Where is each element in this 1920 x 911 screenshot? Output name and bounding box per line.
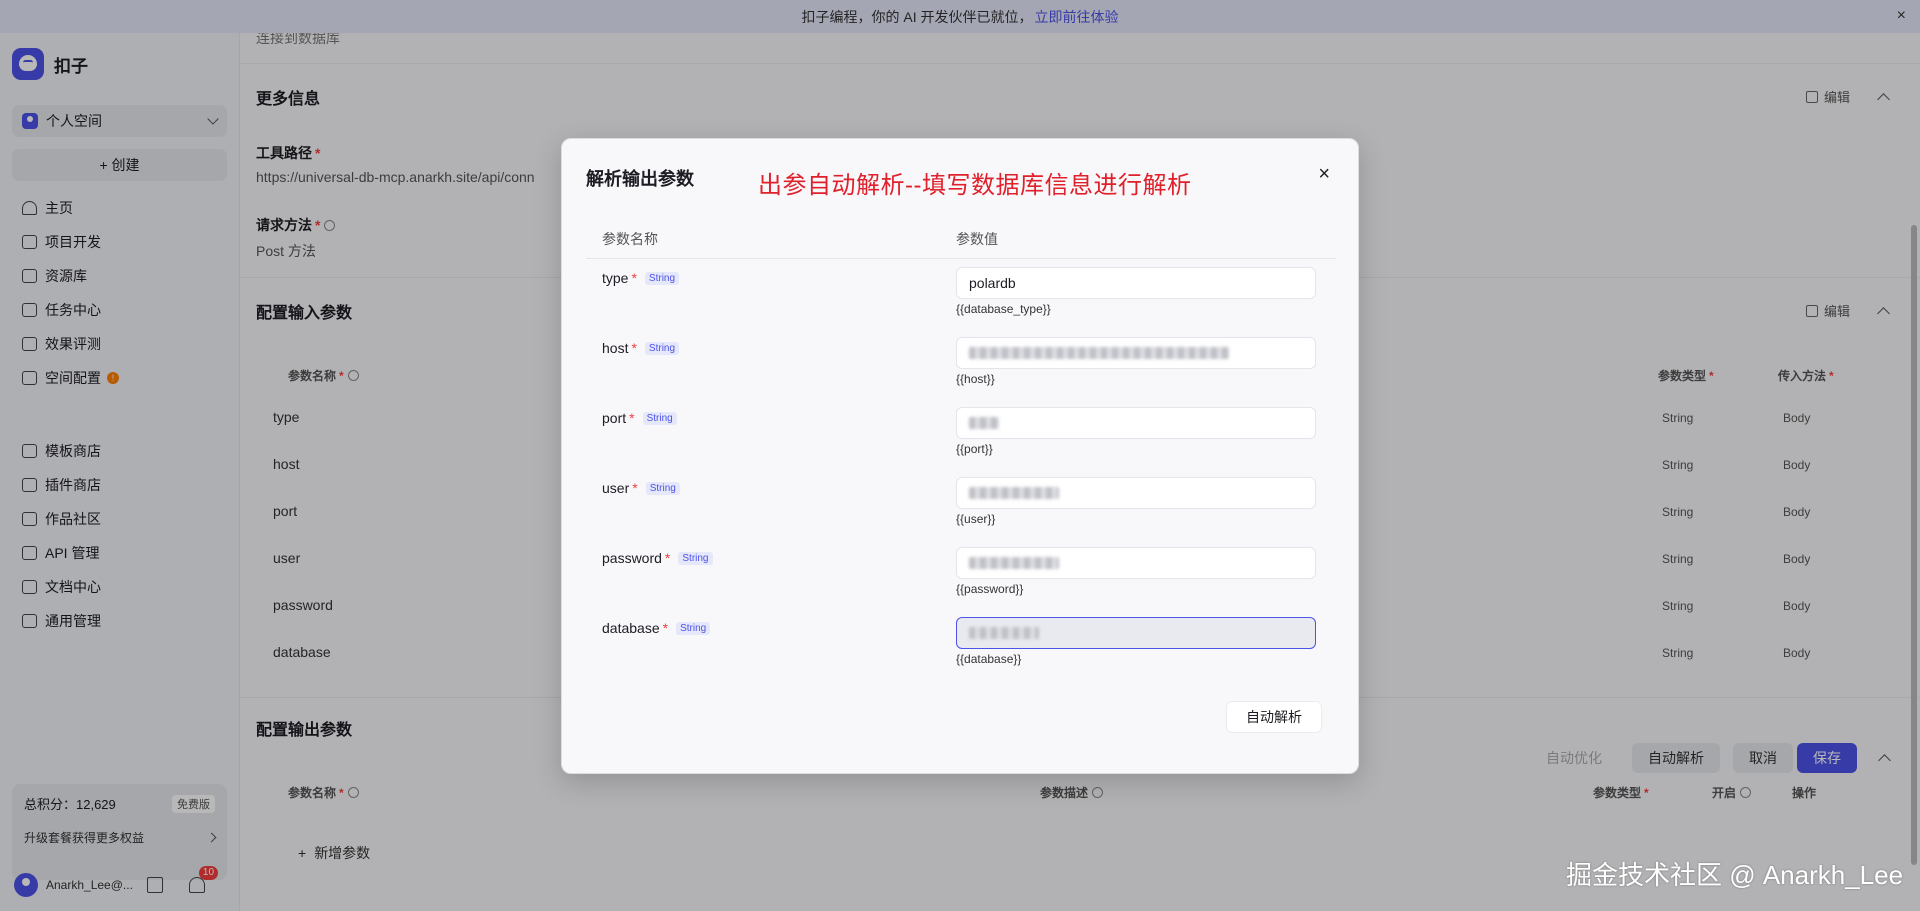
param-value-input-user[interactable] xyxy=(956,477,1316,509)
param-name-text: user xyxy=(602,480,630,496)
redacted-value xyxy=(969,417,999,429)
param-name-password: password * String xyxy=(602,550,713,566)
required-mark: * xyxy=(631,340,637,356)
modal-annotation: 出参自动解析--填写数据库信息进行解析 xyxy=(758,172,1192,199)
param-hint: {{database}} xyxy=(956,652,1022,666)
param-name-text: host xyxy=(602,340,629,356)
parse-output-modal: 解析输出参数 出参自动解析--填写数据库信息进行解析 × 参数名称 参数值 ty… xyxy=(561,138,1359,774)
param-name-text: port xyxy=(602,410,627,426)
param-value-input-host[interactable] xyxy=(956,337,1316,369)
param-name-port: port * String xyxy=(602,410,677,426)
param-value-input-database[interactable] xyxy=(956,617,1316,649)
param-hint: {{password}} xyxy=(956,582,1024,596)
modal-col-name: 参数名称 xyxy=(602,231,658,247)
required-mark: * xyxy=(662,620,669,636)
param-name-host: host * String xyxy=(602,340,680,356)
redacted-value xyxy=(969,557,1059,569)
param-name-text: password xyxy=(602,550,662,566)
redacted-value xyxy=(969,347,1229,359)
param-name-database: database * String xyxy=(602,620,711,636)
modal-auto-parse-button[interactable]: 自动解析 xyxy=(1226,701,1322,733)
type-tag: String xyxy=(642,411,677,425)
param-name-type: type * String xyxy=(602,270,680,286)
param-name-user: user * String xyxy=(602,480,680,496)
param-value-input-password[interactable] xyxy=(956,547,1316,579)
modal-title: 解析输出参数 xyxy=(586,169,694,189)
watermark: 掘金技术社区 @ Anarkh_Lee xyxy=(1566,860,1904,890)
param-hint: {{database_type}} xyxy=(956,302,1051,316)
redacted-value xyxy=(969,627,1039,639)
close-icon[interactable]: × xyxy=(1318,163,1330,186)
required-mark: * xyxy=(629,410,635,426)
modal-col-value: 参数值 xyxy=(956,231,998,247)
required-mark: * xyxy=(631,270,637,286)
redacted-value xyxy=(969,487,1059,499)
type-tag: String xyxy=(676,621,711,635)
type-tag: String xyxy=(644,271,680,285)
divider xyxy=(586,258,1336,259)
param-hint: {{port}} xyxy=(956,442,993,456)
param-value-input-type[interactable]: polardb xyxy=(956,267,1316,299)
type-tag: String xyxy=(644,341,680,355)
required-mark: * xyxy=(664,550,671,566)
type-tag: String xyxy=(678,551,713,565)
param-hint: {{host}} xyxy=(956,372,995,386)
param-name-text: database xyxy=(602,620,660,636)
param-name-text: type xyxy=(602,270,629,286)
param-hint: {{user}} xyxy=(956,512,996,526)
type-tag: String xyxy=(645,481,680,495)
required-mark: * xyxy=(632,480,638,496)
param-value-input-port[interactable] xyxy=(956,407,1316,439)
